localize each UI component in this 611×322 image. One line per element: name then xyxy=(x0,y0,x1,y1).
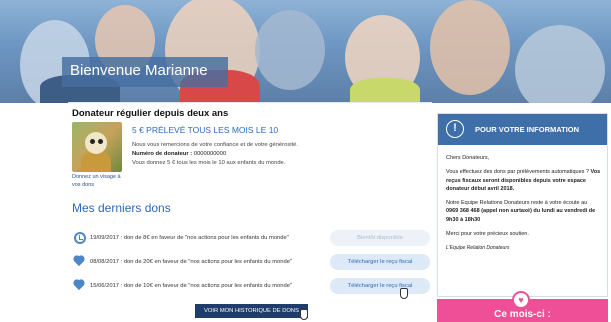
donation-headline: 5 € PRÉLEVÉ TOUS LES MOIS LE 10 xyxy=(132,125,279,135)
donor-number-value: 0000000000 xyxy=(193,151,227,157)
pointer-cursor-icon xyxy=(400,288,408,299)
info-text: Notre Equipe Relations Donateurs reste à… xyxy=(446,200,588,207)
donor-number-label: Numéro de donateur : xyxy=(132,151,193,157)
page-title: Bienvenue Marianne xyxy=(70,62,208,79)
info-signature: L'Equipe Relation Donateurs xyxy=(446,245,510,252)
donation-text: 08/08/2017 : don de 20€ en faveur de "no… xyxy=(90,259,292,265)
donation-text: 19/09/2017 : don de 8€ en faveur de "nos… xyxy=(90,235,289,241)
hero-photo-shape xyxy=(515,25,605,103)
info-phone: 0969 368 468 (appel non surtaxé) du lund… xyxy=(446,208,596,223)
hero-photo-shape xyxy=(430,0,510,95)
info-panel-header: ! POUR VOTRE INFORMATION xyxy=(438,114,607,145)
donation-history-button[interactable]: VOIR MON HISTORIQUE DE DONS xyxy=(195,304,308,318)
image-caption-link[interactable]: Donnez un visage à vos dons xyxy=(72,174,127,189)
heart-icon: ♥ xyxy=(512,291,530,309)
hero-photo-shape xyxy=(350,78,420,103)
section-title-donations: Mes derniers dons xyxy=(72,201,171,215)
impact-text: Vous donnez 5 € tous les mois le 10 aux … xyxy=(132,160,286,166)
info-greeting: Chers Donateurs, xyxy=(446,155,490,161)
download-receipt-button[interactable]: Télécharger le reçu fiscal xyxy=(330,254,430,270)
monkey-face xyxy=(85,132,107,154)
clock-icon xyxy=(74,232,86,244)
hero-title-bar: Bienvenue Marianne xyxy=(62,57,228,87)
info-paragraph: Notre Equipe Relations Donateurs reste à… xyxy=(446,199,601,224)
info-panel-body: Chers Donateurs, Vous effectuez des dons… xyxy=(446,154,601,259)
heart-icon xyxy=(72,256,86,268)
thanks-text: Nous vous remercions de votre confiance … xyxy=(132,142,298,148)
info-thanks: Merci pour votre précieux soutien. xyxy=(446,231,529,238)
pointer-cursor-icon xyxy=(300,309,308,320)
monkey-eye xyxy=(90,139,95,144)
sponsored-animal-image[interactable] xyxy=(72,122,122,172)
donation-row: 19/09/2017 : don de 8€ en faveur de "nos… xyxy=(72,230,430,246)
receipt-unavailable-button: Bientôt disponible xyxy=(330,230,430,246)
donation-row: 08/08/2017 : don de 20€ en faveur de "no… xyxy=(72,254,430,270)
this-month-label: Ce mois-ci : xyxy=(494,309,551,320)
info-text: Vous effectuez des dons par prélèvements… xyxy=(446,169,591,176)
donor-number: Numéro de donateur : 0000000000 xyxy=(132,151,226,157)
hero-photo-shape xyxy=(255,10,325,90)
download-receipt-button[interactable]: Télécharger le reçu fiscal xyxy=(330,278,430,294)
hero-banner: Bienvenue Marianne xyxy=(0,0,611,103)
heart-icon xyxy=(72,280,86,292)
info-paragraph: Vous effectuez des dons par prélèvements… xyxy=(446,168,601,193)
donation-text: 15/06/2017 : don de 10€ en faveur de "no… xyxy=(90,283,292,289)
monkey-eye xyxy=(98,139,103,144)
donation-row: 15/06/2017 : don de 10€ en faveur de "no… xyxy=(72,278,430,294)
exclamation-icon: ! xyxy=(446,120,464,138)
donor-status: Donateur régulier depuis deux ans xyxy=(72,108,229,119)
info-panel-title: POUR VOTRE INFORMATION xyxy=(475,125,580,134)
monkey-body xyxy=(81,152,111,172)
info-panel: ! POUR VOTRE INFORMATION Chers Donateurs… xyxy=(437,113,608,297)
divider xyxy=(68,102,432,103)
